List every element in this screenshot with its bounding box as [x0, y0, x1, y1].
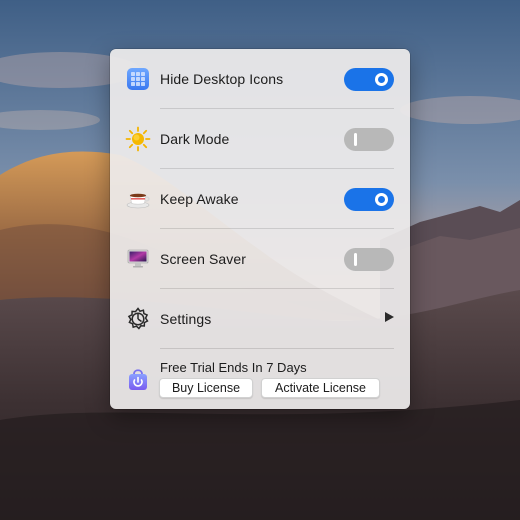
- trial-section: Free Trial Ends In 7 Days Buy License Ac…: [110, 349, 410, 409]
- hide-desktop-icons-toggle[interactable]: [344, 68, 394, 91]
- activate-license-button[interactable]: Activate License: [261, 378, 380, 398]
- menu-item-screen-saver[interactable]: Screen Saver: [110, 229, 410, 289]
- menu-item-label: Screen Saver: [160, 251, 247, 267]
- menu-item-label: Keep Awake: [160, 191, 239, 207]
- menu-item-settings[interactable]: Settings: [110, 289, 410, 349]
- menu-item-hide-desktop-icons[interactable]: Hide Desktop Icons: [110, 49, 410, 109]
- submenu-arrow-icon: [385, 312, 394, 322]
- toggle-knob: [375, 193, 388, 206]
- menu-item-label: Hide Desktop Icons: [160, 71, 284, 87]
- grid-icon: [125, 67, 151, 91]
- keep-awake-toggle[interactable]: [344, 188, 394, 211]
- dark-mode-toggle[interactable]: [344, 128, 394, 151]
- gear-icon: [125, 307, 151, 331]
- menu-item-dark-mode[interactable]: Dark Mode: [110, 109, 410, 169]
- toggle-knob: [354, 133, 357, 146]
- coffee-cup-icon: [125, 187, 151, 211]
- screen-saver-toggle[interactable]: [344, 248, 394, 271]
- toggle-knob: [375, 73, 388, 86]
- toggle-knob: [354, 253, 357, 266]
- monitor-icon: [125, 247, 151, 271]
- sun-icon: [125, 126, 151, 152]
- buy-license-button[interactable]: Buy License: [159, 378, 253, 398]
- trial-status-text: Free Trial Ends In 7 Days: [160, 360, 307, 375]
- menu-item-label: Settings: [160, 311, 212, 327]
- menu-item-label: Dark Mode: [160, 131, 230, 147]
- menu-item-keep-awake[interactable]: Keep Awake: [110, 169, 410, 229]
- menu-panel: Hide Desktop Icons Dark Mode Keep Awake …: [110, 49, 410, 409]
- shopping-bag-icon: [125, 367, 151, 391]
